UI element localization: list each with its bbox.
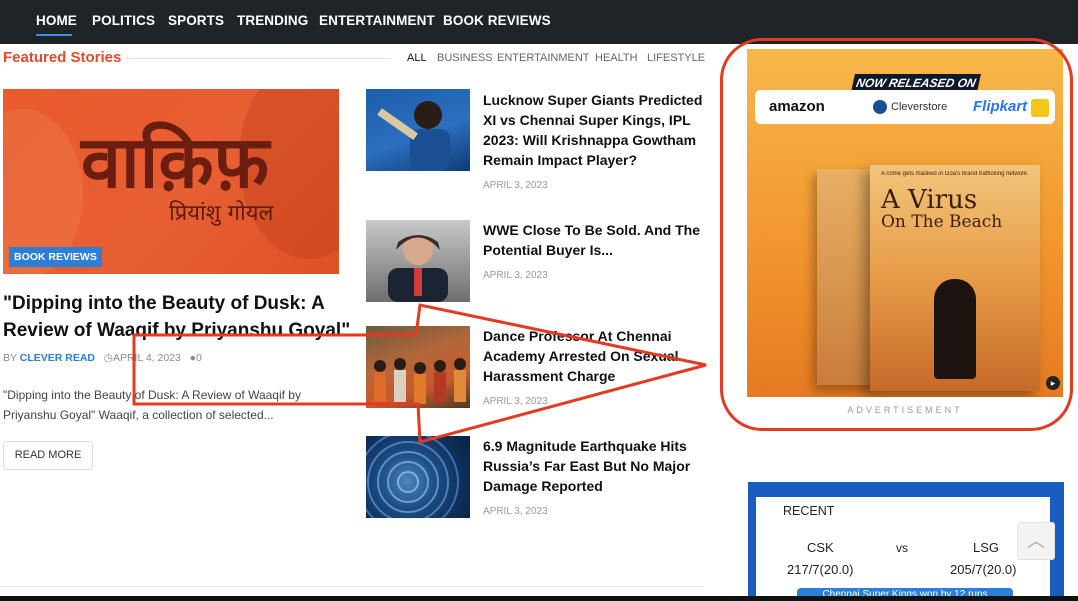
filter-lifestyle[interactable]: LIFESTYLE bbox=[647, 52, 705, 64]
ad-store-strip: amazon Cleverstore Flipkart bbox=[755, 90, 1055, 124]
flipkart-icon bbox=[1031, 99, 1049, 117]
ad-info-icon[interactable]: ▸ bbox=[1046, 376, 1060, 390]
top-navigation-bar: HOME POLITICS SPORTS TRENDING ENTERTAINM… bbox=[0, 0, 1078, 44]
advertisement-label: ADVERTISEMENT bbox=[847, 405, 963, 415]
nav-item-entertainment[interactable]: ENTERTAINMENT bbox=[319, 13, 435, 28]
silhouette-figure bbox=[934, 279, 976, 379]
story-date: APRIL 3, 2023 bbox=[483, 396, 548, 407]
versus-label: vs bbox=[896, 541, 908, 555]
cleverstore-icon bbox=[873, 100, 887, 114]
flipkart-logo: Flipkart bbox=[973, 98, 1028, 115]
section-title: Featured Stories bbox=[3, 49, 122, 66]
book-title-line1: A Virus bbox=[881, 185, 978, 215]
book-advertisement[interactable]: NOW RELEASED ON amazon Cleverstore Flipk… bbox=[747, 49, 1063, 397]
nav-item-sports[interactable]: SPORTS bbox=[168, 13, 224, 28]
nav-item-trending[interactable]: TRENDING bbox=[237, 13, 308, 28]
nav-item-politics[interactable]: POLITICS bbox=[92, 13, 155, 28]
book-title: A Virus On The Beach bbox=[881, 185, 1041, 233]
story-thumbnail[interactable] bbox=[366, 326, 470, 408]
nav-item-home[interactable]: HOME bbox=[36, 13, 77, 28]
seismic-waves-image bbox=[366, 436, 459, 518]
bottom-edge-bar bbox=[0, 596, 1078, 601]
story-title[interactable]: Lucknow Super Giants Predicted XI vs Che… bbox=[483, 90, 703, 170]
clock-icon: ◷ bbox=[103, 352, 113, 364]
tab-upcoming[interactable]: UPCOMING bbox=[969, 504, 1038, 518]
team-one-score: 217/7(20.0) bbox=[787, 562, 854, 577]
story-thumbnail[interactable] bbox=[366, 220, 470, 302]
tab-live[interactable]: LIVE bbox=[889, 504, 916, 518]
story-title[interactable]: Dance Professor At Chennai Academy Arres… bbox=[483, 326, 703, 386]
amazon-logo: amazon bbox=[769, 98, 825, 115]
team-one-name: CSK bbox=[807, 540, 834, 555]
story-date: APRIL 3, 2023 bbox=[483, 270, 548, 281]
crowd-image bbox=[374, 358, 466, 404]
comment-count[interactable]: 0 bbox=[196, 352, 202, 364]
featured-excerpt: "Dipping into the Beauty of Dusk: A Revi… bbox=[3, 388, 301, 422]
filter-entertainment[interactable]: ENTERTAINMENT bbox=[497, 52, 590, 64]
read-more-button[interactable]: READ MORE bbox=[3, 441, 93, 470]
cleverstore-label: Cleverstore bbox=[891, 100, 948, 113]
team-two-score: 205/7(20.0) bbox=[950, 562, 1017, 577]
book-cover-title: वाक़िफ़ bbox=[81, 119, 270, 204]
filter-health[interactable]: HEALTH bbox=[595, 52, 638, 64]
tab-recent[interactable]: RECENT bbox=[783, 504, 834, 518]
story-date: APRIL 3, 2023 bbox=[483, 506, 548, 517]
category-badge[interactable]: BOOK REVIEWS bbox=[9, 247, 102, 267]
story-thumbnail[interactable] bbox=[366, 89, 470, 171]
author-link[interactable]: CLEVER READ bbox=[20, 352, 95, 364]
filter-business[interactable]: BUSINESS bbox=[437, 52, 493, 64]
featured-date: APRIL 4, 2023 bbox=[112, 352, 181, 364]
book-cover-author: प्रियांशु गोयल bbox=[169, 201, 274, 226]
featured-headline[interactable]: "Dipping into the Beauty of Dusk: A Revi… bbox=[3, 290, 353, 344]
cricketer-image bbox=[377, 101, 450, 171]
by-label: BY bbox=[3, 352, 17, 364]
story-title[interactable]: WWE Close To Be Sold. And The Potential … bbox=[483, 220, 703, 260]
businessman-image bbox=[388, 235, 448, 302]
scroll-to-top-button[interactable]: ︿ bbox=[1017, 522, 1055, 560]
content-divider bbox=[0, 586, 703, 587]
cleverstore-logo: Cleverstore bbox=[873, 100, 947, 114]
featured-meta: BY CLEVER READ ◷APRIL 4, 2023 ●0 bbox=[3, 352, 202, 364]
filter-all[interactable]: ALL bbox=[407, 52, 427, 64]
nav-item-book-reviews[interactable]: BOOK REVIEWS bbox=[443, 13, 551, 28]
book-title-line2: On The Beach bbox=[881, 212, 1003, 232]
story-thumbnail[interactable] bbox=[366, 436, 470, 518]
chevron-up-icon: ︿ bbox=[1027, 531, 1045, 551]
team-two-name: LSG bbox=[973, 540, 1000, 555]
section-divider bbox=[125, 58, 391, 59]
book-tagline: A crime gets masked in Goa's brand traff… bbox=[881, 171, 1028, 177]
story-date: APRIL 3, 2023 bbox=[483, 180, 548, 191]
story-title[interactable]: 6.9 Magnitude Earthquake Hits Russia’s F… bbox=[483, 436, 703, 496]
active-nav-indicator bbox=[36, 34, 72, 36]
